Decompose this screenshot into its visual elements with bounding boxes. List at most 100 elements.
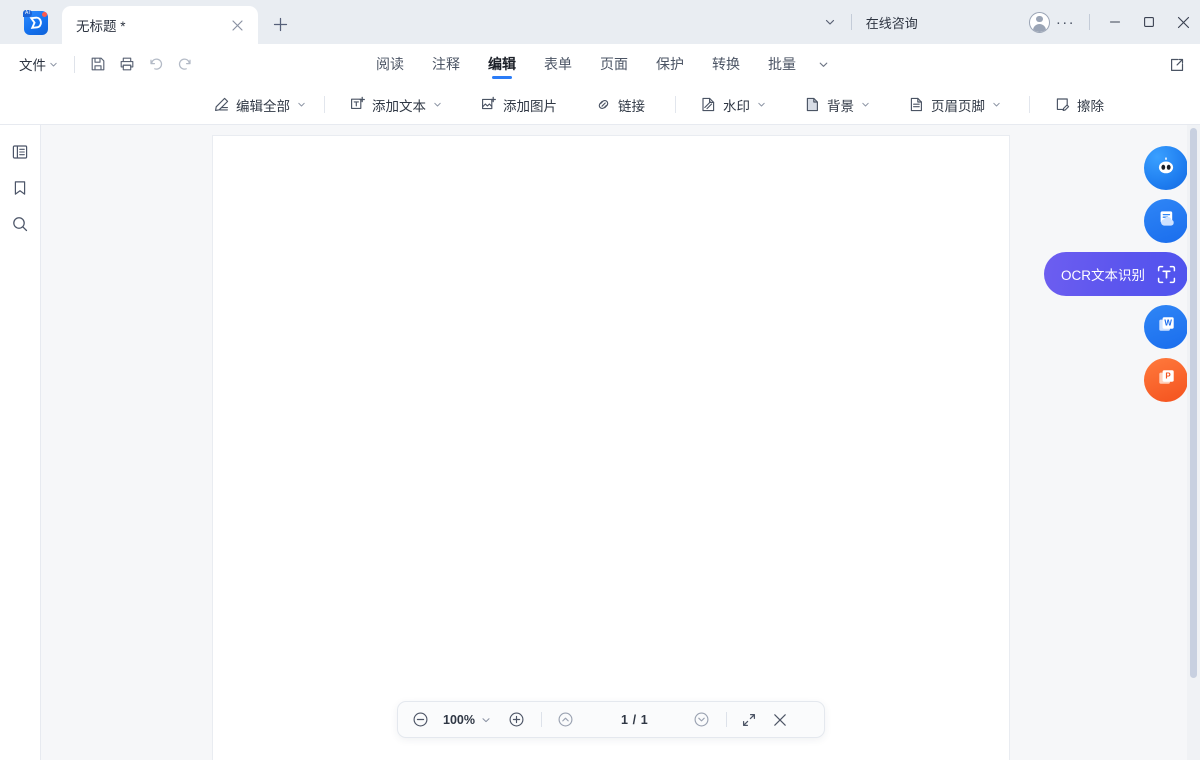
link-icon [595,96,612,113]
divider [851,14,852,30]
document-tab-strip: 无标题 * [62,6,292,44]
word-file-icon: W [1155,313,1178,341]
document-tab-title: 无标题 * [76,15,126,35]
tab-label: 阅读 [376,54,404,74]
tab-read[interactable]: 阅读 [362,44,418,84]
title-bar-right: 在线咨询 ··· [817,0,1200,44]
tab-label: 表单 [544,54,572,74]
convert-ppt-button[interactable]: P [1144,358,1188,402]
toolbar-label: 添加文本 [372,95,426,115]
tab-label: 编辑 [488,54,516,74]
divider [541,712,542,727]
close-window-icon[interactable] [1166,0,1200,44]
zoom-out-icon[interactable] [412,711,429,728]
app-logo-icon: AI ᗤ [24,11,48,35]
divider [675,96,676,113]
app-logo-swoosh: ᗤ [29,15,43,31]
chevron-down-icon[interactable] [817,9,843,35]
minimize-icon[interactable] [1098,0,1132,44]
ai-robot-icon [1154,154,1178,183]
chevron-down-icon[interactable] [757,100,766,109]
ocr-label: OCR文本识别 [1061,264,1145,284]
left-sidebar-rail [0,125,41,760]
tab-edit[interactable]: 编辑 [474,44,530,84]
toolbar-label: 背景 [827,95,854,115]
chevron-down-icon[interactable] [433,100,442,109]
chevron-down-icon[interactable] [297,100,306,109]
edit-toolbar-items: 编辑全部 添加文本 [205,84,1112,125]
watermark-icon [700,96,717,113]
chevron-down-circle-icon[interactable] [693,711,710,728]
cloud-document-button[interactable] [1144,199,1188,243]
plus-icon[interactable] [268,12,292,36]
convert-word-button[interactable]: W [1144,305,1188,349]
tab-label: 转换 [712,54,740,74]
open-external-icon[interactable] [1164,52,1190,78]
header-footer-icon [908,96,925,113]
toolbar-add-image-button[interactable]: 添加图片 [472,91,565,119]
svg-text:P: P [1165,372,1171,381]
tab-label: 页面 [600,54,628,74]
tab-protect[interactable]: 保护 [642,44,698,84]
file-menu-button[interactable]: 文件 [14,51,63,77]
save-icon[interactable] [86,52,110,76]
tab-page[interactable]: 页面 [586,44,642,84]
add-image-icon [480,96,497,113]
toolbar-header-footer-button[interactable]: 页眉页脚 [900,91,1009,119]
ribbon-tabs: 阅读 注释 编辑 表单 页面 保护 转换 批量 [362,44,836,84]
background-icon [804,96,821,113]
zoom-in-icon[interactable] [508,711,525,728]
toolbar-edit-all-button[interactable]: 编辑全部 [205,91,314,119]
print-icon[interactable] [115,52,139,76]
tab-convert[interactable]: 转换 [698,44,754,84]
divider [74,56,75,73]
close-icon[interactable] [228,16,246,34]
fullscreen-expand-icon[interactable] [741,712,757,728]
zoom-level-value[interactable]: 100% [443,713,475,727]
chevron-down-icon[interactable] [810,44,836,84]
menu-bar: 文件 [0,44,1200,84]
maximize-icon[interactable] [1132,0,1166,44]
toolbar-add-text-button[interactable]: 添加文本 [341,91,450,119]
undo-icon[interactable] [144,52,168,76]
toolbar-background-button[interactable]: 背景 [796,91,878,119]
app-logo-dot [42,12,47,17]
page-indicator[interactable]: 1 / 1 [621,713,648,727]
file-menu-label: 文件 [19,54,46,74]
tab-batch[interactable]: 批量 [754,44,810,84]
ppt-file-icon: P [1155,366,1178,394]
toolbar-erase-button[interactable]: 擦除 [1046,91,1112,119]
toolbar-watermark-button[interactable]: 水印 [692,91,774,119]
tab-form[interactable]: 表单 [530,44,586,84]
vertical-scrollbar-track[interactable] [1187,125,1200,760]
toolbar-label: 添加图片 [503,95,557,115]
toolbar-link-button[interactable]: 链接 [587,91,653,119]
document-viewport[interactable]: OCR文本识别 W [41,125,1200,760]
tab-label: 批量 [768,54,796,74]
erase-icon [1054,96,1071,113]
tab-annotate[interactable]: 注释 [418,44,474,84]
redo-icon[interactable] [173,52,197,76]
chevron-down-icon[interactable] [861,100,870,109]
chevron-down-icon[interactable] [481,715,491,725]
account-avatar-icon[interactable] [1029,12,1050,33]
ocr-scan-icon [1155,263,1178,286]
chevron-down-icon[interactable] [992,100,1001,109]
bookmark-icon[interactable] [6,174,34,202]
more-dots-icon[interactable]: ··· [1050,15,1081,30]
tab-label: 保护 [656,54,684,74]
close-icon[interactable] [773,713,787,727]
vertical-scrollbar-thumb[interactable] [1190,128,1197,678]
add-text-icon [349,96,366,113]
chevron-up-circle-icon[interactable] [557,711,574,728]
divider [1089,14,1090,30]
search-icon[interactable] [6,210,34,238]
ocr-recognize-button[interactable]: OCR文本识别 [1044,252,1188,296]
thumbnail-panel-icon[interactable] [6,138,34,166]
online-consult-link[interactable]: 在线咨询 [860,13,924,32]
ai-assistant-button[interactable] [1144,146,1188,190]
document-page[interactable] [213,136,1009,760]
document-tab[interactable]: 无标题 * [62,6,258,44]
chevron-down-icon [49,60,58,69]
edit-pen-icon [213,96,230,113]
